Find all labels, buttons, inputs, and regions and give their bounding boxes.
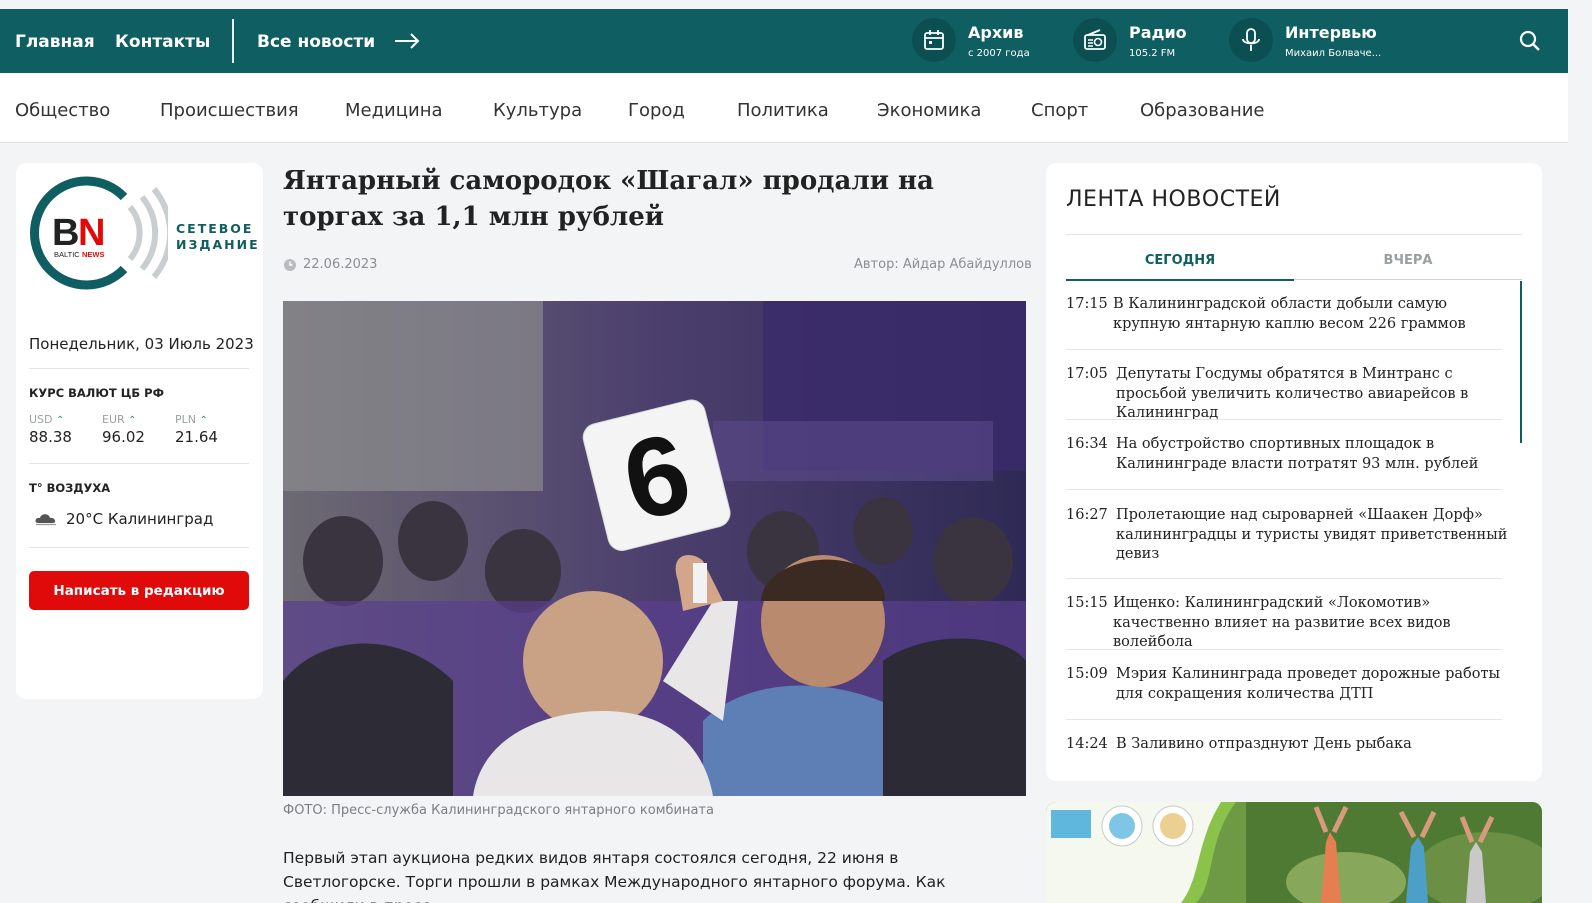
- nav-divider: [232, 19, 234, 63]
- microphone-icon: [1229, 18, 1273, 62]
- cloud-icon: [35, 514, 56, 526]
- archive-title: Архив: [968, 23, 1024, 42]
- rubric-culture[interactable]: Культура: [493, 100, 582, 121]
- news-time: 17:15: [1066, 296, 1108, 312]
- nav-contacts-link[interactable]: Контакты: [115, 32, 210, 52]
- article-photo: 6: [283, 301, 1026, 796]
- currency-eur: EUR ⌃ 96.02: [102, 413, 145, 446]
- rubric-politics[interactable]: Политика: [737, 100, 829, 121]
- rubric-economy[interactable]: Экономика: [877, 100, 981, 121]
- article-date: 22.06.2023: [283, 257, 377, 272]
- rubric-city[interactable]: Город: [628, 100, 685, 121]
- rubric-sport[interactable]: Спорт: [1031, 100, 1088, 121]
- divider: [29, 368, 249, 369]
- radio-subtitle: 105.2 FM: [1129, 48, 1176, 59]
- clock-icon: [284, 258, 296, 271]
- currency-pln: PLN ⌃ 21.64: [175, 413, 218, 446]
- logo-caption: СЕТЕВОЕ ИЗДАНИЕ: [176, 221, 260, 252]
- news-time: 16:27: [1066, 507, 1108, 523]
- news-time: 15:09: [1066, 666, 1108, 682]
- weather-info: 20°C Калининград: [34, 510, 213, 528]
- news-time: 14:24: [1066, 736, 1108, 752]
- arrow-up-icon: ⌃: [56, 415, 65, 426]
- article-author[interactable]: Автор: Айдар Абайдуллов: [854, 257, 1032, 272]
- news-headline[interactable]: Ищенко: Калининградский «Локомотив» каче…: [1113, 594, 1513, 653]
- rubric-incidents[interactable]: Происшествия: [160, 100, 299, 121]
- article-title: Янтарный самородок «Шагал» продали на то…: [283, 166, 934, 232]
- radio-link[interactable]: Радио 105.2 FM: [1073, 18, 1203, 64]
- arrow-up-icon: ⌃: [128, 415, 137, 426]
- tab-yesterday[interactable]: ВЧЕРА: [1294, 253, 1522, 268]
- arrow-up-icon: ⌃: [199, 415, 208, 426]
- news-headline[interactable]: Пролетающие над сыроварней «Шаакен Дорф»…: [1116, 506, 1516, 565]
- news-headline[interactable]: Депутаты Госдумы обратятся в Минтранс с …: [1116, 365, 1516, 424]
- divider: [1066, 649, 1502, 650]
- nav-home-link[interactable]: Главная: [15, 32, 95, 52]
- interview-link[interactable]: Интервью Михаил Болваче...: [1229, 18, 1389, 64]
- arrow-right-icon[interactable]: [394, 33, 420, 49]
- sidebar-card: B N BALTIC NEWS СЕТЕВОЕ ИЗДАНИЕ Понедель…: [16, 163, 263, 699]
- divider: [1066, 578, 1502, 579]
- svg-text:NEWS: NEWS: [82, 250, 105, 259]
- divider: [29, 463, 249, 464]
- rubric-education[interactable]: Образование: [1140, 100, 1265, 121]
- currency-usd: USD ⌃ 88.38: [29, 413, 72, 446]
- currency-title: КУРС ВАЛЮТ ЦБ РФ: [29, 386, 164, 400]
- rubric-nav: Общество Происшествия Медицина Культура …: [0, 73, 1568, 143]
- svg-text:B: B: [52, 212, 78, 254]
- divider: [1066, 349, 1502, 350]
- top-bar: Главная Контакты Все новости Архив с 200…: [0, 9, 1568, 73]
- divider: [29, 547, 249, 548]
- article-body: Первый этап аукциона редких видов янтаря…: [283, 849, 946, 903]
- weather-title: T° ВОЗДУХА: [29, 481, 111, 495]
- active-tab-indicator: [1066, 279, 1294, 281]
- nav-all-news-link[interactable]: Все новости: [257, 32, 375, 52]
- divider: [1066, 719, 1502, 720]
- news-headline[interactable]: В Калининградской области добыли самую к…: [1113, 295, 1513, 334]
- archive-link[interactable]: Архив с 2007 года: [912, 18, 1042, 64]
- divider: [1066, 419, 1502, 420]
- tab-today[interactable]: СЕГОДНЯ: [1066, 253, 1294, 268]
- news-feed: ЛЕНТА НОВОСТЕЙ СЕГОДНЯ ВЧЕРА 17:15 В Кал…: [1046, 163, 1542, 781]
- write-editor-button[interactable]: Написать в редакцию: [29, 571, 249, 610]
- feed-title: ЛЕНТА НОВОСТЕЙ: [1066, 187, 1281, 212]
- radio-icon: [1073, 18, 1117, 62]
- news-headline[interactable]: В Заливино отпразднуют День рыбака: [1116, 735, 1516, 755]
- archive-subtitle: с 2007 года: [968, 48, 1030, 59]
- feed-tabs: СЕГОДНЯ ВЧЕРА: [1066, 234, 1522, 281]
- svg-text:N: N: [78, 212, 103, 254]
- ad-banner[interactable]: [1046, 802, 1542, 903]
- interview-title: Интервью: [1285, 23, 1377, 42]
- site-logo[interactable]: B N BALTIC NEWS: [28, 175, 168, 291]
- radio-title: Радио: [1129, 23, 1187, 42]
- news-time: 16:34: [1066, 436, 1108, 452]
- divider: [1066, 489, 1502, 490]
- search-icon[interactable]: [1518, 29, 1542, 53]
- news-time: 17:05: [1066, 366, 1108, 382]
- news-time: 15:15: [1066, 595, 1108, 611]
- rubric-society[interactable]: Общество: [15, 100, 110, 121]
- svg-text:BALTIC: BALTIC: [54, 250, 80, 259]
- news-headline[interactable]: Мэрия Калининграда проведет дорожные раб…: [1116, 665, 1516, 704]
- tab-baseline: [1294, 279, 1522, 280]
- rubric-medicine[interactable]: Медицина: [345, 100, 443, 121]
- news-headline[interactable]: На обустройство спортивных площадок в Ка…: [1116, 435, 1516, 474]
- current-date: Понедельник, 03 Июль 2023: [29, 335, 254, 353]
- calendar-icon: [912, 18, 956, 62]
- photo-caption: ФОТО: Пресс-служба Калининградского янта…: [283, 803, 714, 818]
- feed-scrollbar[interactable]: [1520, 281, 1522, 443]
- interview-subtitle: Михаил Болваче...: [1285, 48, 1382, 59]
